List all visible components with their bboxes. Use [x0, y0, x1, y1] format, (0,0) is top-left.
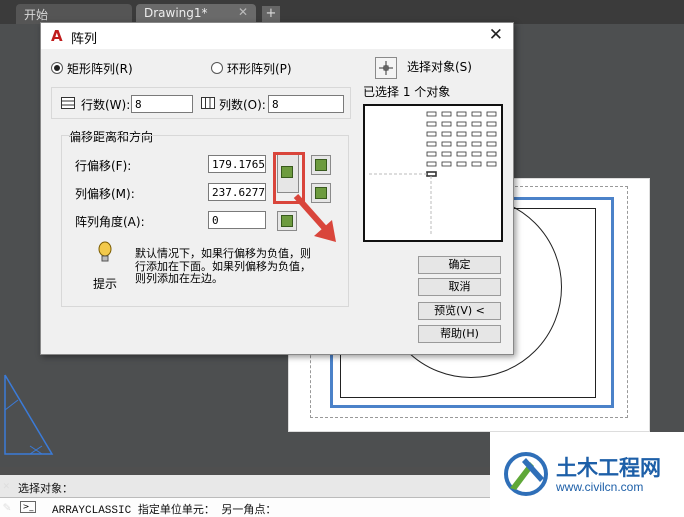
- pick-row-offset-button[interactable]: [311, 155, 331, 175]
- polar-array-label: 环形阵列(P): [227, 62, 292, 76]
- col-offset-label: 列偏移(M):: [75, 187, 135, 201]
- rows-input[interactable]: 8: [131, 95, 193, 113]
- select-objects-button[interactable]: [375, 57, 397, 79]
- ok-button[interactable]: 确定: [418, 256, 501, 274]
- tab-start[interactable]: 开始: [16, 4, 132, 24]
- command-line-text: ARRAYCLASSIC 指定单位单元： 另一角点：: [52, 505, 277, 517]
- command-icon[interactable]: >_: [20, 501, 36, 513]
- selected-count: 已选择 1 个对象: [363, 85, 451, 99]
- pick-point-icon: [315, 159, 327, 171]
- angle-input[interactable]: 0: [208, 211, 266, 229]
- row-offset-input[interactable]: 179.1765: [208, 155, 266, 173]
- tab-drawing1-label: Drawing1*: [144, 6, 208, 20]
- autocad-logo-icon: A: [51, 27, 63, 45]
- command-history: 选择对象：: [0, 475, 490, 497]
- rect-array-label: 矩形阵列(R): [67, 62, 133, 76]
- close-icon[interactable]: ✕: [238, 5, 248, 19]
- close-icon[interactable]: ✕: [3, 479, 10, 493]
- tab-drawing1[interactable]: Drawing1* ✕: [136, 4, 256, 24]
- angle-label: 阵列角度(A):: [75, 215, 145, 229]
- crosshair-icon: [379, 61, 393, 75]
- cancel-button[interactable]: 取消: [418, 278, 501, 296]
- document-tab-bar: 开始 Drawing1* ✕ +: [0, 0, 684, 24]
- rows-icon: [61, 97, 75, 109]
- tip-label: 提示: [93, 277, 118, 291]
- watermark-title: 土木工程网: [556, 456, 661, 480]
- rows-label: 行数(W):: [81, 98, 131, 112]
- tab-start-label: 开始: [24, 8, 49, 22]
- rect-array-radio[interactable]: [51, 62, 63, 74]
- command-prompt: 选择对象：: [18, 484, 73, 496]
- command-input-line[interactable]: >_ ARRAYCLASSIC 指定单位单元： 另一角点：: [0, 497, 490, 517]
- watermark-url: www.civilcn.com: [556, 480, 644, 494]
- array-preview: [363, 104, 503, 242]
- columns-label: 列数(O):: [219, 98, 266, 112]
- dialog-title: 阵列: [71, 32, 98, 47]
- select-objects-label: 选择对象(S): [407, 60, 472, 74]
- red-arrow-icon: [293, 194, 336, 242]
- columns-input[interactable]: 8: [268, 95, 344, 113]
- add-tab-button[interactable]: +: [262, 6, 280, 22]
- col-offset-input[interactable]: 237.6277: [208, 183, 266, 201]
- dialog-title-bar: A 阵列 ✕: [41, 23, 513, 49]
- polar-array-radio[interactable]: [211, 62, 223, 74]
- preview-button[interactable]: 预览(V) <: [418, 302, 501, 320]
- help-button[interactable]: 帮助(H): [418, 325, 501, 343]
- triangle-drawing: [4, 374, 54, 455]
- watermark-logo-icon: [504, 452, 548, 496]
- row-offset-label: 行偏移(F):: [75, 159, 132, 173]
- wrench-icon[interactable]: ✎: [3, 500, 11, 515]
- close-icon[interactable]: ✕: [489, 25, 503, 45]
- preview-grid: [369, 111, 497, 236]
- tip-text-line3: 则列添加在左边。: [135, 272, 223, 285]
- columns-icon: [201, 97, 215, 109]
- lightbulb-icon: [98, 241, 112, 262]
